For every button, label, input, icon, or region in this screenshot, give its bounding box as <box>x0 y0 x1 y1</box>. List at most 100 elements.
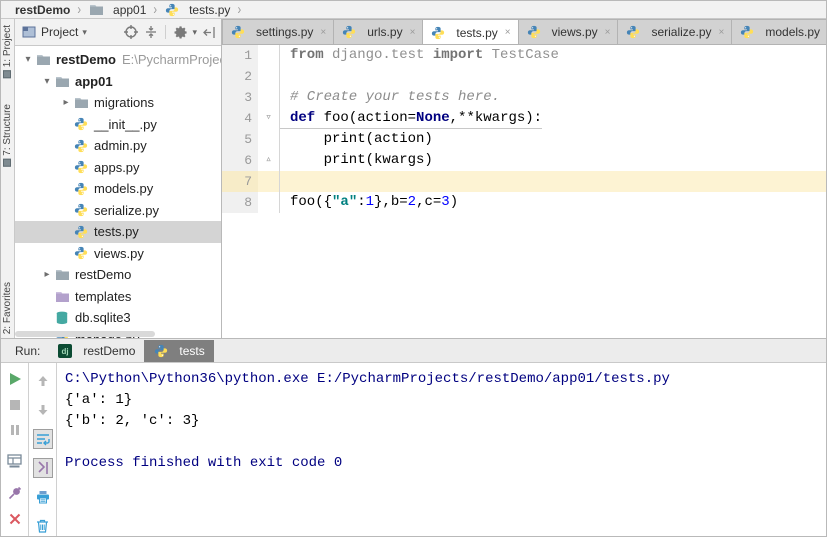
code-text: def foo(action=None,**kwargs): <box>280 108 543 129</box>
code-line-6[interactable]: 6 ▵ print(kwargs) <box>222 150 826 171</box>
clear-icon[interactable] <box>33 516 53 536</box>
editor-tab-views-py[interactable]: views.py × <box>517 19 619 44</box>
locate-icon[interactable] <box>123 24 139 40</box>
code-token: from <box>290 47 324 63</box>
stop-icon[interactable] <box>5 398 25 412</box>
tree-item-label: templates <box>75 288 132 304</box>
tree-item-apps-py[interactable]: apps.py <box>15 157 221 179</box>
editor-tab-models-py[interactable]: models.py× <box>731 19 826 44</box>
line-number: 3 <box>222 87 258 108</box>
project-dropdown-caret-icon[interactable]: ▾ <box>82 27 87 38</box>
tree-item-restDemo[interactable]: ▸ restDemo <box>15 264 221 286</box>
breadcrumb-item-tests-py[interactable]: tests.py <box>162 2 232 18</box>
gear-icon[interactable] <box>172 24 188 40</box>
fold-close-icon[interactable]: ▵ <box>258 150 280 171</box>
down-stack-icon[interactable] <box>33 400 53 420</box>
tree-item-models-py[interactable]: models.py <box>15 178 221 200</box>
code-line-2[interactable]: 2 <box>222 66 826 87</box>
close-tab-icon[interactable]: × <box>320 27 326 38</box>
editor-tab-bar: settings.py × urls.py × tests.py × views.py × se… <box>222 19 826 45</box>
code-text: print(kwargs) <box>280 150 433 171</box>
up-stack-icon[interactable] <box>33 371 53 391</box>
code-line-3[interactable]: 3 # Create your tests here. <box>222 87 826 108</box>
close-tab-icon[interactable]: × <box>719 27 725 38</box>
line-number: 4 <box>222 108 258 129</box>
tree-item-db-sqlite3[interactable]: db.sqlite3 <box>15 307 221 329</box>
tree-item-tests-py[interactable]: tests.py <box>15 221 221 243</box>
code-editor[interactable]: 1 from django.test import TestCase 2 3 # Cre… <box>222 45 826 338</box>
horizontal-scrollbar[interactable] <box>15 331 155 337</box>
tree-item-serialize-py[interactable]: serialize.py <box>15 200 221 222</box>
python-icon <box>73 159 89 175</box>
tree-item-restDemo[interactable]: ▾ restDemo E:\PycharmProjec <box>15 49 221 71</box>
folder-icon <box>35 52 51 68</box>
scroll-end-icon[interactable] <box>32 458 53 478</box>
tree-item-__init__-py[interactable]: __init__.py <box>15 114 221 136</box>
tree-item-label: restDemo <box>56 52 116 68</box>
console-toolbar <box>29 363 57 536</box>
gear-dropdown-caret-icon[interactable]: ▾ <box>192 27 197 38</box>
tree-item-app01[interactable]: ▾ app01 <box>15 71 221 93</box>
line-number: 7 <box>222 171 258 192</box>
print-icon[interactable] <box>33 487 53 507</box>
code-line-8[interactable]: 8 foo({"a":1},b=2,c=3) <box>222 192 826 213</box>
close-tab-icon[interactable]: × <box>410 27 416 38</box>
code-line-5[interactable]: 5 print(action) <box>222 129 826 150</box>
close-tab-icon[interactable]: × <box>505 27 511 38</box>
code-text: # Create your tests here. <box>280 87 500 108</box>
code-line-7[interactable]: 7 <box>222 171 826 192</box>
restore-layout-icon[interactable] <box>5 453 25 469</box>
tree-item-migrations[interactable]: ▸ migrations <box>15 92 221 114</box>
close-icon[interactable] <box>5 512 25 526</box>
project-tool-window: Project ▾ ▾ ▾restDemoE:\PycharmProjec <box>15 19 222 338</box>
tree-item-path: E:\PycharmProjec <box>121 52 221 68</box>
breadcrumb-item-restDemo[interactable]: restDemo <box>13 3 72 17</box>
code-line-1[interactable]: 1 from django.test import TestCase <box>222 45 826 66</box>
soft-wrap-icon[interactable] <box>32 429 53 449</box>
code-line-4[interactable]: 4 ▿ def foo(action=None,**kwargs): <box>222 108 826 129</box>
run-tab-restDemo[interactable]: dj restDemo <box>48 340 144 362</box>
tree-item-admin-py[interactable]: admin.py <box>15 135 221 157</box>
chevron-right-icon[interactable]: ▸ <box>59 97 73 108</box>
hide-panel-icon[interactable] <box>201 24 217 40</box>
chevron-right-icon[interactable]: ▸ <box>40 269 54 280</box>
run-tab-label: restDemo <box>83 344 136 358</box>
close-tab-icon[interactable]: × <box>605 27 611 38</box>
rerun-icon[interactable] <box>5 371 25 387</box>
editor-tab-tests-py[interactable]: tests.py × <box>422 19 519 44</box>
tool-window-button-2-Favorites[interactable]: 2: Favorites <box>2 282 13 334</box>
project-panel-title[interactable]: Project <box>41 25 78 39</box>
fold-open-icon[interactable]: ▿ <box>258 108 280 129</box>
chevron-down-icon[interactable]: ▾ <box>21 54 35 65</box>
python-icon <box>153 343 169 359</box>
pause-icon[interactable] <box>5 423 25 437</box>
editor-tab-settings-py[interactable]: settings.py × <box>222 19 335 44</box>
code-token: django.test <box>323 47 433 63</box>
chevron-down-icon[interactable]: ▾ <box>40 76 54 87</box>
tree-item-label: admin.py <box>94 138 147 154</box>
run-tab-label: tests <box>179 344 205 358</box>
editor-area: settings.py × urls.py × tests.py × views.py × se… <box>222 19 826 338</box>
tree-item-label: apps.py <box>94 159 140 175</box>
tree-item-label: views.py <box>94 245 144 261</box>
tool-window-button-label: 2: Favorites <box>2 281 13 334</box>
tool-window-button-7-Structure[interactable]: 7: Structure <box>2 104 13 167</box>
breadcrumb-item-app01[interactable]: app01 <box>86 2 148 18</box>
collapse-all-icon[interactable] <box>143 24 159 40</box>
editor-tab-label: serialize.py <box>651 25 712 39</box>
editor-tab-urls-py[interactable]: urls.py × <box>333 19 424 44</box>
pin-icon[interactable] <box>5 485 25 501</box>
editor-tab-serialize-py[interactable]: serialize.py × <box>617 19 733 44</box>
editor-tab-label: tests.py <box>456 25 498 40</box>
line-number: 5 <box>222 129 258 150</box>
project-toolbar: Project ▾ ▾ <box>15 19 221 46</box>
run-tab-tests[interactable]: tests <box>144 340 214 362</box>
tree-item-label: serialize.py <box>94 202 160 218</box>
console-output[interactable]: C:\Python\Python36\python.exe E:/Pycharm… <box>57 363 826 536</box>
tree-item-label: db.sqlite3 <box>75 310 131 326</box>
tree-item-views-py[interactable]: views.py <box>15 243 221 265</box>
tool-window-button-1-Project[interactable]: 1: Project <box>2 25 13 79</box>
tree-item-templates[interactable]: templates <box>15 286 221 308</box>
